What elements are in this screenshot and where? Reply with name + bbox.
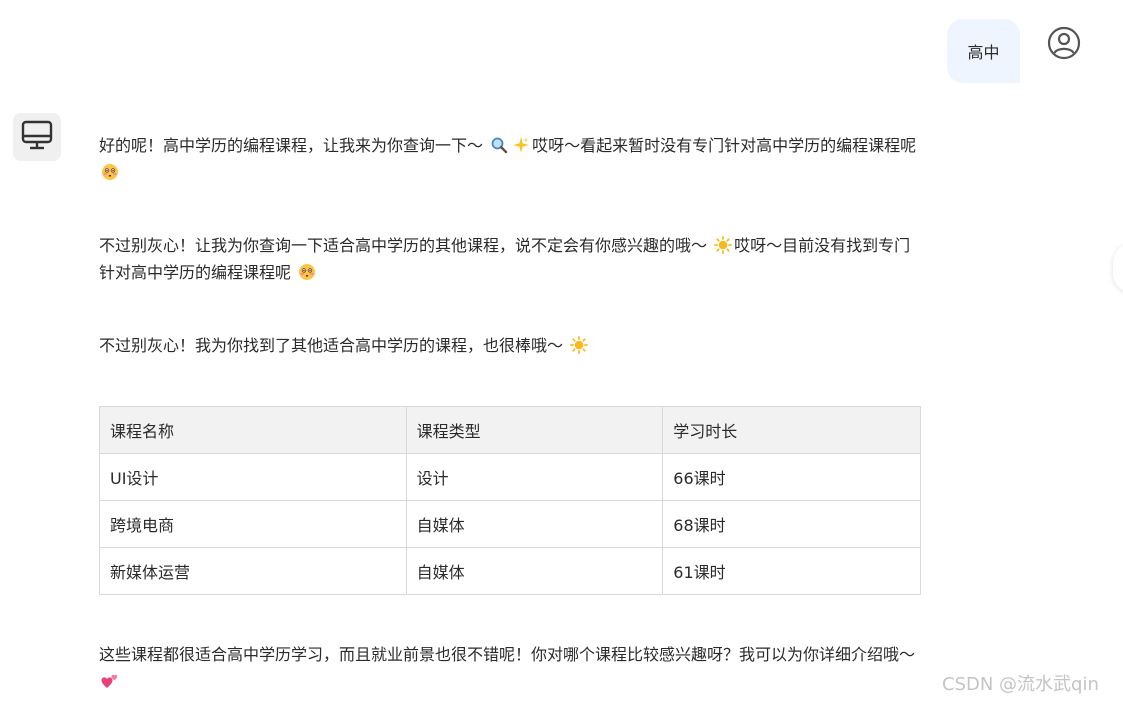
paragraph-text: 这些课程都很适合高中学历学习，而且就业前景也很不错呢！你对哪个课程比较感兴趣呀？… <box>99 645 916 664</box>
table-cell: 66课时 <box>662 453 921 501</box>
table-cell: UI设计 <box>99 453 407 501</box>
bot-paragraph: 不过别灰心！我为你找到了其他适合高中学历的课程，也很棒哦～ <box>99 332 925 359</box>
table-header-row: 课程名称 课程类型 学习时长 <box>99 406 921 454</box>
user-message-bubble: 高中 <box>947 19 1020 83</box>
sparkles-emoji <box>512 135 530 153</box>
table-cell: 新媒体运营 <box>99 547 407 595</box>
table-cell: 跨境电商 <box>99 500 407 548</box>
chat-page: 高中 好的呢！高中学历的编程课程，让我来为你查询一下～ 哎呀～看起来暂时没有专门… <box>0 0 1123 702</box>
bot-paragraph: 不过别灰心！让我为你查询一下适合高中学历的其他课程，说不定会有你感兴趣的哦～ 哎… <box>99 232 925 286</box>
paragraph-text: 不过别灰心！我为你找到了其他适合高中学历的课程，也很棒哦～ <box>99 336 569 355</box>
column-header: 学习时长 <box>662 406 921 454</box>
paragraph-text: 哎呀～看起来暂时没有专门针对高中学历的编程课程呢 <box>532 136 917 155</box>
table-cell: 68课时 <box>662 500 921 548</box>
flushed-face-emoji <box>101 162 119 180</box>
magnifier-emoji <box>490 135 508 154</box>
bot-paragraph: 好的呢！高中学历的编程课程，让我来为你查询一下～ 哎呀～看起来暂时没有专门针对高… <box>99 132 925 186</box>
paragraph-text: 不过别灰心！让我为你查询一下适合高中学历的其他课程，说不定会有你感兴趣的哦～ <box>99 236 713 255</box>
user-message-text: 高中 <box>967 43 1000 62</box>
monitor-icon <box>20 118 54 156</box>
column-header: 课程类型 <box>405 406 664 454</box>
flushed-face-emoji <box>298 262 316 280</box>
sun-emoji <box>714 235 732 254</box>
table-cell: 自媒体 <box>405 547 664 595</box>
table-cell: 61课时 <box>662 547 921 595</box>
course-table: 课程名称 课程类型 学习时长 UI设计 设计 66课时 跨境电商 自媒体 68课… <box>99 406 921 595</box>
table-cell: 自媒体 <box>405 500 664 548</box>
user-circle-icon[interactable] <box>1046 25 1082 61</box>
table-row: UI设计 设计 66课时 <box>99 453 921 501</box>
table-cell: 设计 <box>405 453 664 501</box>
column-header: 课程名称 <box>99 406 407 454</box>
table-row: 跨境电商 自媒体 68课时 <box>99 500 921 548</box>
table-row: 新媒体运营 自媒体 61课时 <box>99 547 921 595</box>
watermark: CSDN @流水武qin <box>942 674 1099 695</box>
bot-paragraph: 这些课程都很适合高中学历学习，而且就业前景也很不错呢！你对哪个课程比较感兴趣呀？… <box>99 641 925 695</box>
paragraph-text: 好的呢！高中学历的编程课程，让我来为你查询一下～ <box>99 136 489 155</box>
bot-avatar <box>13 113 61 161</box>
two-hearts-emoji <box>101 671 119 689</box>
side-panel-handle[interactable] <box>1113 243 1123 293</box>
sun-emoji <box>570 335 588 354</box>
